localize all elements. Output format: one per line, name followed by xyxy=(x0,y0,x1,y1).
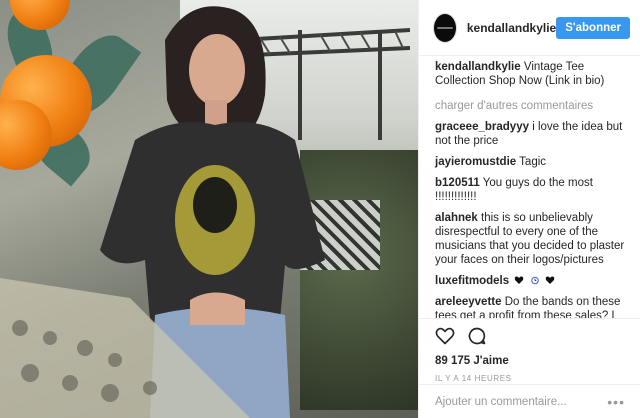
comment-item: alahnek this is so unbelievably disrespe… xyxy=(435,211,633,267)
likes-count[interactable]: 89 175 J'aime xyxy=(435,355,625,367)
avatar[interactable] xyxy=(433,12,457,43)
comment-username[interactable]: b120511 xyxy=(435,177,480,189)
alarm-clock-icon xyxy=(530,276,539,285)
action-icons-row xyxy=(435,319,625,353)
comment-username[interactable]: jayieromustdie xyxy=(435,156,516,168)
comments-list[interactable]: kendallandkylie Vintage Tee Collection S… xyxy=(419,60,640,318)
comment-item: luxefitmodels xyxy=(435,274,633,288)
comment-item: graceee_bradyyy i love the idea but not … xyxy=(435,120,633,148)
comment-username[interactable]: areleeyvette xyxy=(435,296,502,308)
load-more-comments[interactable]: charger d'autres commentaires xyxy=(435,100,633,112)
post-header: kendallandkylie S'abonner xyxy=(419,0,640,56)
header-username[interactable]: kendallandkylie xyxy=(467,21,556,35)
comment-item: jayieromustdie Tagic xyxy=(435,155,633,169)
comment-item: areleeyvette Do the bands on these tees … xyxy=(435,295,633,318)
comment-username[interactable]: graceee_bradyyy xyxy=(435,121,529,133)
black-heart-icon xyxy=(545,276,555,284)
caption-username[interactable]: kendallandkylie xyxy=(435,61,521,73)
more-dots-icon[interactable]: ••• xyxy=(607,394,625,410)
comment-username[interactable]: alahnek xyxy=(435,212,478,224)
add-comment-bar: ••• xyxy=(419,384,640,418)
post-sidebar: kendallandkylie S'abonner kendallandkyli… xyxy=(418,0,640,418)
post-caption: kendallandkylie Vintage Tee Collection S… xyxy=(435,60,633,88)
follow-button[interactable]: S'abonner xyxy=(556,16,630,39)
post-actions: 89 175 J'aime Il y a 14 heures xyxy=(419,318,640,383)
comment-item: b120511 You guys do the most !!!!!!!!!!!… xyxy=(435,176,633,204)
post-timestamp[interactable]: Il y a 14 heures xyxy=(435,374,625,383)
heart-icon[interactable] xyxy=(435,326,455,346)
comment-icon[interactable] xyxy=(467,326,487,346)
black-heart-icon xyxy=(515,276,524,284)
post-image[interactable] xyxy=(0,0,418,418)
comment-input[interactable] xyxy=(435,395,595,408)
comment-username[interactable]: luxefitmodels xyxy=(435,275,509,287)
comment-text: Tagic xyxy=(519,156,547,168)
collage-crowd-overlay xyxy=(0,278,250,418)
